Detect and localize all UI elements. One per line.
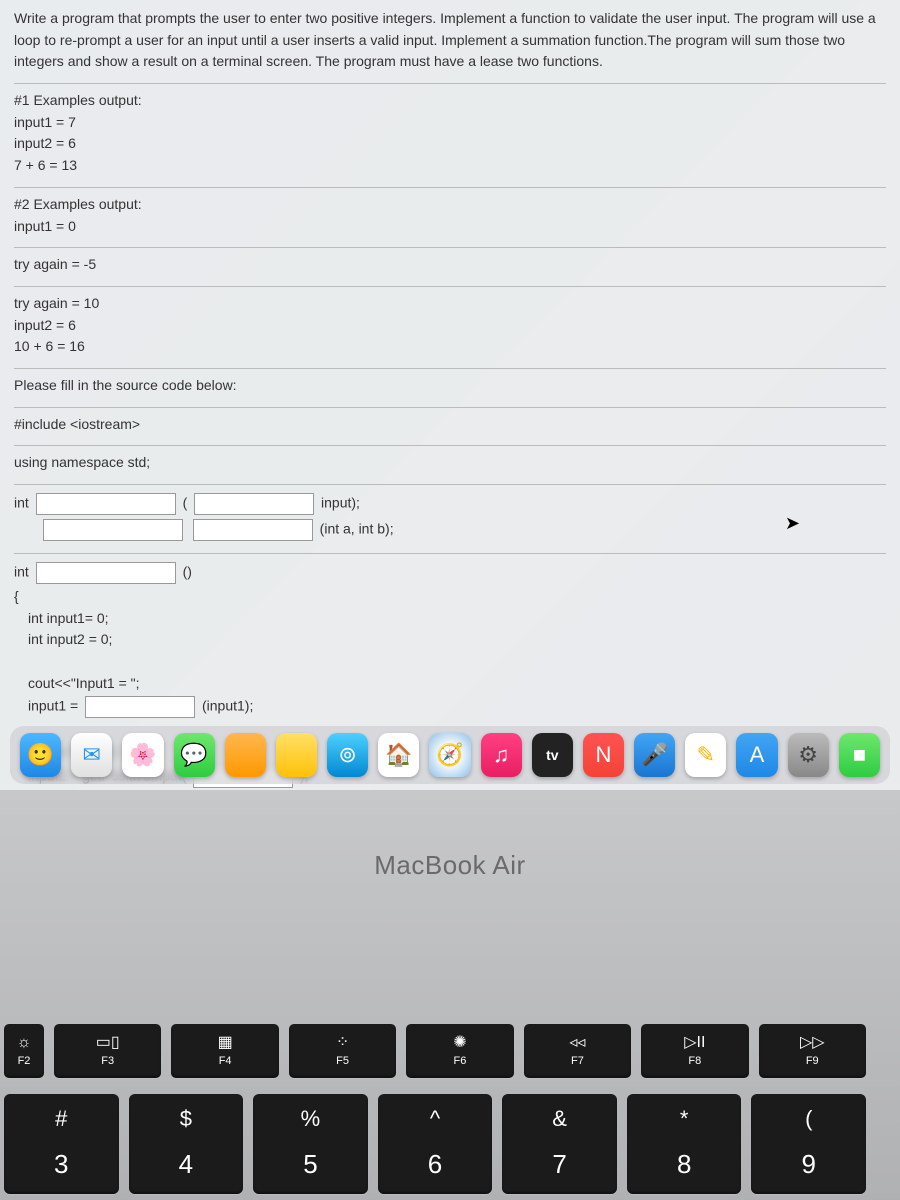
brightness-up-icon: ☼ — [17, 1035, 32, 1051]
function-key-row: ☼ F2 ▭▯ F3 ▦ F4 ⁘ F5 ✺ F6 ◃◃ F7 ▷II F8 ▷… — [0, 1024, 900, 1078]
key-f2[interactable]: ☼ F2 — [4, 1024, 44, 1078]
key-f8[interactable]: ▷II F8 — [641, 1024, 748, 1078]
dock-app-orange[interactable] — [225, 733, 266, 777]
key-7[interactable]: & 7 — [502, 1094, 617, 1194]
settings-icon[interactable]: ⚙ — [788, 733, 829, 777]
key-f5[interactable]: ⁘ F5 — [289, 1024, 396, 1078]
messages-icon[interactable]: 💬 — [174, 733, 215, 777]
fast-forward-icon: ▷▷ — [800, 1035, 825, 1051]
brand-label: MacBook Air — [0, 790, 900, 881]
fill-instruction: Please fill in the source code below: — [14, 375, 886, 397]
code-blank-4[interactable] — [193, 519, 313, 541]
tv-icon[interactable]: tv — [532, 733, 573, 777]
code-blank-1[interactable] — [36, 493, 176, 515]
intro-text: Write a program that prompts the user to… — [14, 8, 886, 73]
appstore-icon[interactable]: A — [736, 733, 777, 777]
keyboard-dim-icon: ⁘ — [336, 1035, 349, 1051]
key-6[interactable]: ^ 6 — [378, 1094, 493, 1194]
dock-app-blue[interactable]: ⊚ — [327, 733, 368, 777]
dock: 🙂 ✉ 🌸 💬 ⊚ 🏠 🧭 ♫ tv N 🎤 ✎ A ⚙ ■ — [10, 726, 890, 784]
laptop-chassis: MacBook Air ☼ F2 ▭▯ F3 ▦ F4 ⁘ F5 ✺ F6 ◃◃… — [0, 790, 900, 1200]
code-blank-2[interactable] — [194, 493, 314, 515]
rewind-icon: ◃◃ — [569, 1035, 585, 1051]
mission-control-icon: ▭▯ — [96, 1035, 120, 1051]
example1-heading: #1 Examples output: — [14, 90, 886, 112]
photos-icon[interactable]: 🌸 — [122, 733, 163, 777]
key-f9[interactable]: ▷▷ F9 — [759, 1024, 866, 1078]
key-3[interactable]: # 3 — [4, 1094, 119, 1194]
dock-app-yellow[interactable] — [276, 733, 317, 777]
music-icon[interactable]: ♫ — [481, 733, 522, 777]
mail-icon[interactable]: ✉ — [71, 733, 112, 777]
keyboard-bright-icon: ✺ — [453, 1035, 466, 1051]
key-5[interactable]: % 5 — [253, 1094, 368, 1194]
code-blank-6[interactable] — [85, 696, 195, 718]
cursor-icon: ➤ — [785, 510, 800, 538]
keynote-icon[interactable]: 🎤 — [634, 733, 675, 777]
code-blank-3[interactable] — [43, 519, 183, 541]
launchpad-icon: ▦ — [218, 1035, 233, 1051]
home-icon[interactable]: 🏠 — [378, 733, 419, 777]
freeform-icon[interactable]: ✎ — [685, 733, 726, 777]
news-icon[interactable]: N — [583, 733, 624, 777]
play-pause-icon: ▷II — [684, 1035, 705, 1051]
code-blank-5[interactable] — [36, 562, 176, 584]
example2-heading: #2 Examples output: — [14, 194, 886, 216]
facetime-icon[interactable]: ■ — [839, 733, 880, 777]
number-key-row: # 3 $ 4 % 5 ^ 6 & 7 * 8 ( 9 — [0, 1094, 900, 1194]
key-f3[interactable]: ▭▯ F3 — [54, 1024, 161, 1078]
key-f4[interactable]: ▦ F4 — [171, 1024, 278, 1078]
safari-icon[interactable]: 🧭 — [429, 733, 470, 777]
key-4[interactable]: $ 4 — [129, 1094, 244, 1194]
key-9[interactable]: ( 9 — [751, 1094, 866, 1194]
finder-icon[interactable]: 🙂 — [20, 733, 61, 777]
key-f6[interactable]: ✺ F6 — [406, 1024, 513, 1078]
key-8[interactable]: * 8 — [627, 1094, 742, 1194]
problem-document: Write a program that prompts the user to… — [0, 0, 900, 790]
key-f7[interactable]: ◃◃ F7 — [524, 1024, 631, 1078]
